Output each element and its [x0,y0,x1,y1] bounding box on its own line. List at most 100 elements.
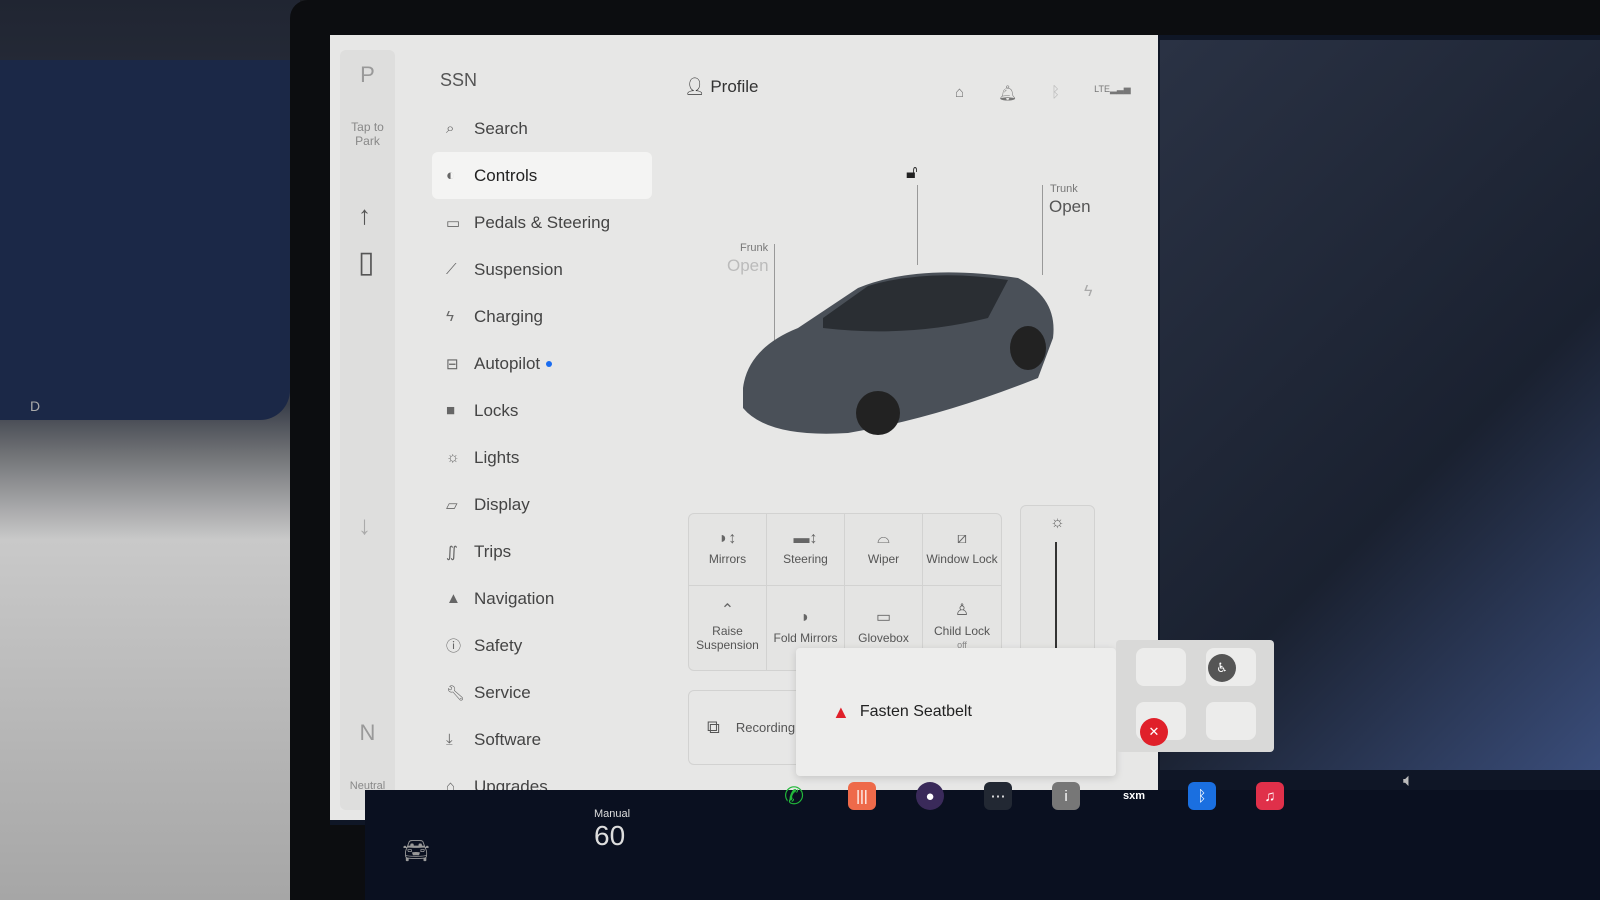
nav-software[interactable]: ⤓ Software [432,716,652,763]
home-icon[interactable]: ⌂ [955,84,964,102]
display-icon: ▱ [446,496,458,514]
nav-label: Safety [474,635,523,655]
bolt-icon: ϟ [446,308,454,325]
voice-memo-icon[interactable]: ||| [848,782,876,810]
signal-icon: LTE▂▃▅ [1094,84,1131,94]
nav-charging[interactable]: ϟ Charging [432,293,652,340]
search-button[interactable]: ⌕ Search [432,105,652,152]
trunk-label: Trunk [1050,183,1078,195]
app-launcher: ✆ ||| ● ⋯ i sxm ᛒ ♫ [780,782,1284,810]
car-button[interactable]: 🚘︎ [402,838,430,864]
nav-label: Display [474,494,530,514]
nav-label: Pedals & Steering [474,212,611,232]
wiper-icon: ⌓ [877,530,890,548]
light-icon: ☼ [446,449,460,466]
brightness-track[interactable] [1055,542,1057,662]
climate-mode: Manual [594,808,631,820]
volume-icon[interactable]: 🔈︎ [1403,770,1414,791]
frunk-label: Frunk [740,242,769,254]
control-label: Wiper [867,552,900,567]
nav-service[interactable]: 🔧︎ Service [432,669,652,716]
camera-icon[interactable]: ● [916,782,944,810]
toggle-icon: ◐ [446,167,456,184]
control-label: Glovebox [858,630,909,645]
nav-label: Autopilot [474,353,541,373]
nav-lights[interactable]: ☼ Lights [432,434,652,481]
bell-icon[interactable]: 🔔︎ [998,84,1017,102]
nav-pedals-steering[interactable]: ▭ Pedals & Steering [432,199,652,246]
manual-icon[interactable]: i [1052,782,1080,810]
phone-icon[interactable]: ✆ [780,782,808,810]
car-render [743,272,1054,435]
nav-label: Navigation [474,588,555,608]
profile-button[interactable]: 👤︎ Profile [684,77,759,97]
seatbelt-warning-icon: ✕ [1140,718,1168,746]
siriusxm-icon[interactable]: sxm [1120,782,1148,810]
control-label: Raise Suspension [696,623,759,652]
park-button[interactable]: P [340,62,395,88]
nav-label: Controls [474,165,538,185]
raise-suspension-button[interactable]: ⌃ Raise Suspension [689,585,767,670]
search-label: Search [474,118,528,138]
bluetooth-icon[interactable]: ᛒ [1051,84,1060,102]
control-label: Fold Mirrors [773,630,838,645]
trunk-open-button[interactable]: Open [1049,197,1091,217]
sxm-label: sxm [1122,790,1146,802]
tap-to-park-label: Tap to Park [351,120,384,148]
control-label: Steering [783,552,828,567]
mirror-adjust-icon: ◗↕ [718,530,737,548]
nav-locks[interactable]: ■ Locks [432,387,652,434]
nav-label: Service [474,682,531,702]
navigation-icon: ▲ [446,590,461,607]
charge-port-icon[interactable]: ϟ [1084,283,1092,301]
profile-label: Profile [710,77,759,96]
climate-control[interactable]: Manual 60 [594,808,630,852]
nav-label: Suspension [474,259,563,279]
child-seat-icon: ♿︎ [1208,654,1236,682]
lock-icon: ■ [446,402,456,419]
fold-mirror-icon: ◗ [800,608,811,626]
seatbelt-alert: ▲ Fasten Seatbelt [796,648,1116,776]
unlock-icon[interactable]: 🔓︎ [906,162,918,183]
bluetooth-app-icon[interactable]: ᛒ [1188,782,1216,810]
network-label: LTE [1094,84,1110,94]
nav-controls[interactable]: ◐ Controls [432,152,652,199]
nav-suspension[interactable]: ⟋ Suspension [432,246,652,293]
nav-display[interactable]: ▱ Display [432,481,652,528]
nav-navigation[interactable]: ▲ Navigation [432,575,652,622]
neutral-button[interactable]: N [340,720,395,746]
cluster-gear: D [30,398,41,414]
nav-label: Software [474,729,542,749]
wiper-button[interactable]: ⌓ Wiper [845,514,923,586]
dashcam-button[interactable]: ⧉ Recording [688,690,808,765]
car-top-icon: ▯ [358,246,375,279]
safety-icon: ⓘ [446,638,462,655]
nav-trips[interactable]: ∬ Trips [432,528,652,575]
trips-icon: ∬ [446,543,458,561]
steering-button[interactable]: ▬↕ Steering [767,514,845,586]
nav-autopilot[interactable]: ⊟ Autopilot [432,340,652,387]
search-icon: ⌕ [446,120,455,137]
person-icon: 👤︎ [684,77,706,96]
window-lock-icon: ⧄ [956,530,968,548]
nav-safety[interactable]: ⓘ Safety [432,622,652,669]
brightness-slider[interactable]: ☼ [1020,505,1095,665]
nav-label: Locks [474,400,519,420]
gear-selector[interactable]: P Tap to Park ↑ ▯ ↓ N Neutral [340,50,395,810]
steering-adjust-icon: ▬↕ [793,530,818,548]
window-lock-button[interactable]: ⧄ Window Lock [923,514,1001,586]
glovebox-icon: ▭ [875,608,892,626]
control-label: Mirrors [708,552,747,567]
steering-icon: ⊟ [446,355,459,373]
alert-text: Fasten Seatbelt [859,703,972,720]
arrow-up-icon: ↑ [358,200,371,230]
more-apps-icon[interactable]: ⋯ [984,782,1012,810]
car-icon: ▭ [446,214,461,232]
status-icons: ⌂ 🔔︎ ᛒ LTE▂▃▅ [955,84,1131,102]
seat-map: ♿︎ ✕ [1116,640,1274,752]
download-icon: ⤓ [446,731,453,748]
nav-label: Lights [474,447,520,467]
music-icon[interactable]: ♫ [1256,782,1284,810]
arrow-down-icon: ↓ [358,510,371,540]
mirrors-button[interactable]: ◗↕ Mirrors [689,514,767,586]
